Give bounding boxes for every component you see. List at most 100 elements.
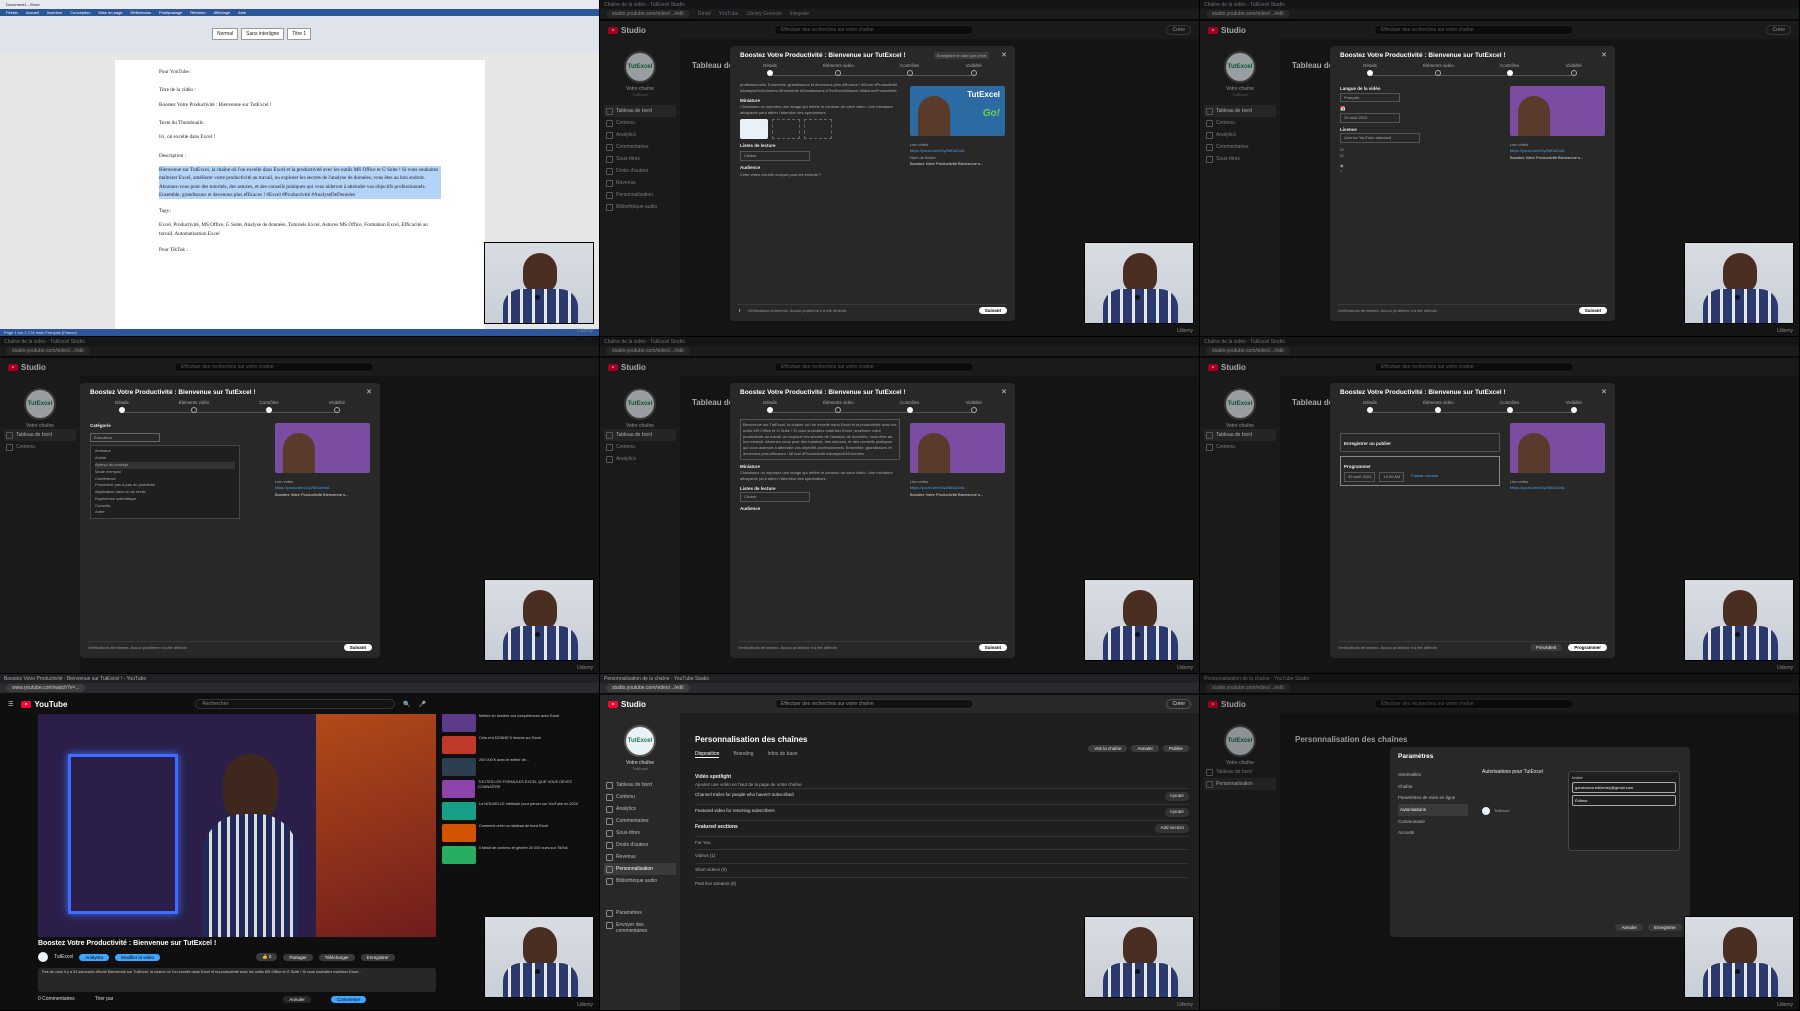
create-button[interactable]: Créer bbox=[1766, 25, 1791, 35]
word-tab[interactable]: Révision bbox=[190, 10, 205, 15]
step-visibility[interactable]: Visibilité bbox=[965, 63, 982, 77]
channel-avatar[interactable]: TutExcel bbox=[624, 388, 656, 420]
bookmark[interactable]: YouTube bbox=[719, 11, 739, 17]
word-tab[interactable]: Accueil bbox=[26, 10, 39, 15]
create-button[interactable]: Créer bbox=[1166, 699, 1191, 709]
step-details[interactable]: Détails bbox=[1363, 63, 1377, 77]
save-publish-option[interactable]: Enregistrer ou publier bbox=[1340, 433, 1500, 452]
rec-item[interactable]: La NOUVELLE méthode pour percer sur YouT… bbox=[442, 802, 592, 820]
sidebar-item-settings[interactable]: Paramètres bbox=[604, 907, 676, 919]
style-heading1[interactable]: Titre 1 bbox=[287, 28, 312, 40]
description-field[interactable]: Bienvenue sur TutExcel, la chaîne où l'o… bbox=[740, 419, 900, 460]
rec-item[interactable]: Mettez en lumière vos compétences avec E… bbox=[442, 714, 592, 732]
sidebar-item-dashboard[interactable]: Tableau de bord bbox=[1204, 105, 1276, 117]
tab-branding[interactable]: Branding bbox=[733, 751, 753, 758]
settings-nav-upload-defaults[interactable]: Paramètres de mise en ligne bbox=[1398, 792, 1468, 804]
category-option[interactable]: Procédure pas à pas du problème bbox=[95, 482, 235, 489]
sidebar-item-subtitles[interactable]: Sous-titres bbox=[1204, 153, 1276, 165]
sidebar-item-analytics[interactable]: Analytics bbox=[604, 129, 676, 141]
step-visibility[interactable]: Visibilité bbox=[329, 400, 345, 414]
sidebar-item-earn[interactable]: Revenus bbox=[604, 851, 676, 863]
sidebar-item-subtitles[interactable]: Sous-titres bbox=[604, 827, 676, 839]
document-page[interactable]: Pour YouTube : Titre de la vidéo : Boost… bbox=[115, 60, 485, 330]
sidebar-item-dashboard[interactable]: Tableau de bord bbox=[604, 105, 676, 117]
category-option[interactable]: Aperçu du concept bbox=[95, 461, 235, 469]
close-icon[interactable]: ✕ bbox=[1001, 51, 1007, 59]
edit-video-button[interactable]: Modifier la vidéo bbox=[115, 953, 161, 961]
menu-icon[interactable]: ☰ bbox=[8, 701, 13, 708]
settings-save-button[interactable]: Enregistrer bbox=[1647, 924, 1682, 931]
studio-logo[interactable]: Studio bbox=[608, 26, 646, 35]
section-for-you[interactable]: For You bbox=[695, 835, 1189, 850]
mic-icon[interactable]: 🎤 bbox=[419, 701, 426, 708]
thumbnail-auto-1[interactable] bbox=[772, 118, 800, 139]
sidebar-item-earn[interactable]: Revenus bbox=[604, 177, 676, 189]
sidebar-item-comments[interactable]: Commentaires bbox=[1204, 141, 1276, 153]
category-option[interactable]: Expérience scientifique bbox=[95, 496, 235, 503]
sidebar-item-customization[interactable]: Personnalisation bbox=[604, 863, 676, 875]
url-field[interactable]: studio.youtube.com/video/.../edit bbox=[606, 10, 690, 18]
step-video-elements[interactable]: Éléments vidéo bbox=[823, 63, 854, 77]
close-icon[interactable]: ✕ bbox=[1001, 388, 1007, 396]
youtube-logo[interactable]: YouTube bbox=[21, 700, 67, 709]
step-checks[interactable]: Contrôles bbox=[259, 400, 279, 414]
url-field[interactable]: studio.youtube.com/video/.../edit bbox=[1206, 10, 1290, 18]
download-button[interactable]: Télécharger bbox=[318, 953, 355, 961]
category-option[interactable]: Autre bbox=[95, 509, 235, 516]
sidebar-item-subtitles[interactable]: Sous-titres bbox=[604, 153, 676, 165]
comment-button[interactable]: Commenter bbox=[330, 996, 367, 1003]
sidebar-item-content[interactable]: Contenu bbox=[1204, 441, 1276, 453]
url-field[interactable]: studio.youtube.com/video/.../edit bbox=[1206, 684, 1290, 692]
close-icon[interactable]: ✕ bbox=[1601, 388, 1607, 396]
create-button[interactable]: Créer bbox=[1166, 25, 1191, 35]
step-checks[interactable]: Contrôles bbox=[1500, 63, 1519, 77]
sidebar-item-comments[interactable]: Commentaires bbox=[604, 815, 676, 827]
settings-nav-permissions[interactable]: Autorisations bbox=[1398, 804, 1468, 816]
url-field[interactable]: studio.youtube.com/video/.../edit bbox=[1206, 347, 1290, 355]
step-details[interactable]: Détails bbox=[763, 63, 777, 77]
close-icon[interactable]: ✕ bbox=[1601, 51, 1607, 59]
video-link[interactable]: https://youtu.be/cGy2MDuI4nA bbox=[910, 485, 964, 490]
browser-tab[interactable]: Chaîne de la vidéo - TutExcel Studio bbox=[1204, 2, 1285, 8]
category-option[interactable]: Application dans la vie réelle bbox=[95, 489, 235, 496]
search-icon[interactable]: 🔍 bbox=[403, 701, 410, 708]
step-checks[interactable]: Contrôles bbox=[1500, 400, 1519, 414]
next-button[interactable]: Suivant bbox=[978, 644, 1007, 651]
bookmark[interactable]: Gmail bbox=[698, 11, 711, 17]
cancel-button[interactable]: Annuler bbox=[1131, 745, 1159, 752]
step-visibility[interactable]: Visibilité bbox=[1565, 63, 1582, 77]
step-details[interactable]: Détails bbox=[115, 400, 129, 414]
studio-search-input[interactable]: Effectuer des recherches sur votre chaîn… bbox=[773, 699, 974, 709]
studio-search-input[interactable]: Effectuer des recherches sur votre chaîn… bbox=[173, 362, 374, 372]
category-option[interactable]: Conseils bbox=[95, 503, 235, 510]
sidebar-item-feedback[interactable]: Envoyer des commentaires bbox=[604, 919, 676, 937]
tab-basic-info[interactable]: Infos de base bbox=[767, 751, 797, 758]
url-field[interactable]: studio.youtube.com/video/.../edit bbox=[6, 347, 90, 355]
studio-logo[interactable]: Studio bbox=[608, 363, 646, 372]
sidebar-item-audio-library[interactable]: Bibliothèque audio bbox=[604, 875, 676, 887]
style-no-spacing[interactable]: Sans interligne bbox=[241, 28, 285, 40]
step-details[interactable]: Détails bbox=[1363, 400, 1377, 414]
video-description[interactable]: Pas de vues Il y a 31 secondes #Excel Bi… bbox=[38, 968, 436, 992]
step-video-elements[interactable]: Éléments vidéo bbox=[1423, 63, 1454, 77]
browser-tab[interactable]: Chaîne de la vidéo - TutExcel Studio bbox=[1204, 339, 1285, 345]
url-field[interactable]: studio.youtube.com/video/.../edit bbox=[606, 347, 690, 355]
sidebar-item-dashboard[interactable]: Tableau de bord bbox=[604, 429, 676, 441]
settings-cancel-button[interactable]: Annuler bbox=[1615, 924, 1643, 931]
step-video-elements[interactable]: Éléments vidéo bbox=[1423, 400, 1454, 414]
word-tab[interactable]: Mise en page bbox=[99, 10, 123, 15]
recording-date-field[interactable]: 29 août 2024 bbox=[1340, 112, 1400, 123]
timezone-link[interactable]: Fuseau horaire bbox=[1408, 472, 1441, 482]
video-link[interactable]: https://youtu.be/cGy2MDuI4nA bbox=[910, 148, 964, 153]
rec-item[interactable]: 200 000 € avec le métier de... bbox=[442, 758, 592, 776]
studio-logo[interactable]: Studio bbox=[1208, 26, 1246, 35]
word-tab[interactable]: Publipostage bbox=[159, 10, 182, 15]
studio-search-input[interactable]: Effectuer des recherches sur votre chaîn… bbox=[1373, 699, 1574, 709]
settings-nav-community[interactable]: Communauté bbox=[1398, 816, 1468, 828]
next-button[interactable]: Suivant bbox=[343, 644, 372, 651]
add-trailer-button[interactable]: Ajouter bbox=[1164, 792, 1189, 801]
word-tab[interactable]: Références bbox=[131, 10, 151, 15]
studio-search-input[interactable]: Effectuer des recherches sur votre chaîn… bbox=[1373, 362, 1574, 372]
settings-nav-agreements[interactable]: Accords bbox=[1398, 827, 1468, 839]
add-section-button[interactable]: Add section bbox=[1155, 823, 1189, 833]
